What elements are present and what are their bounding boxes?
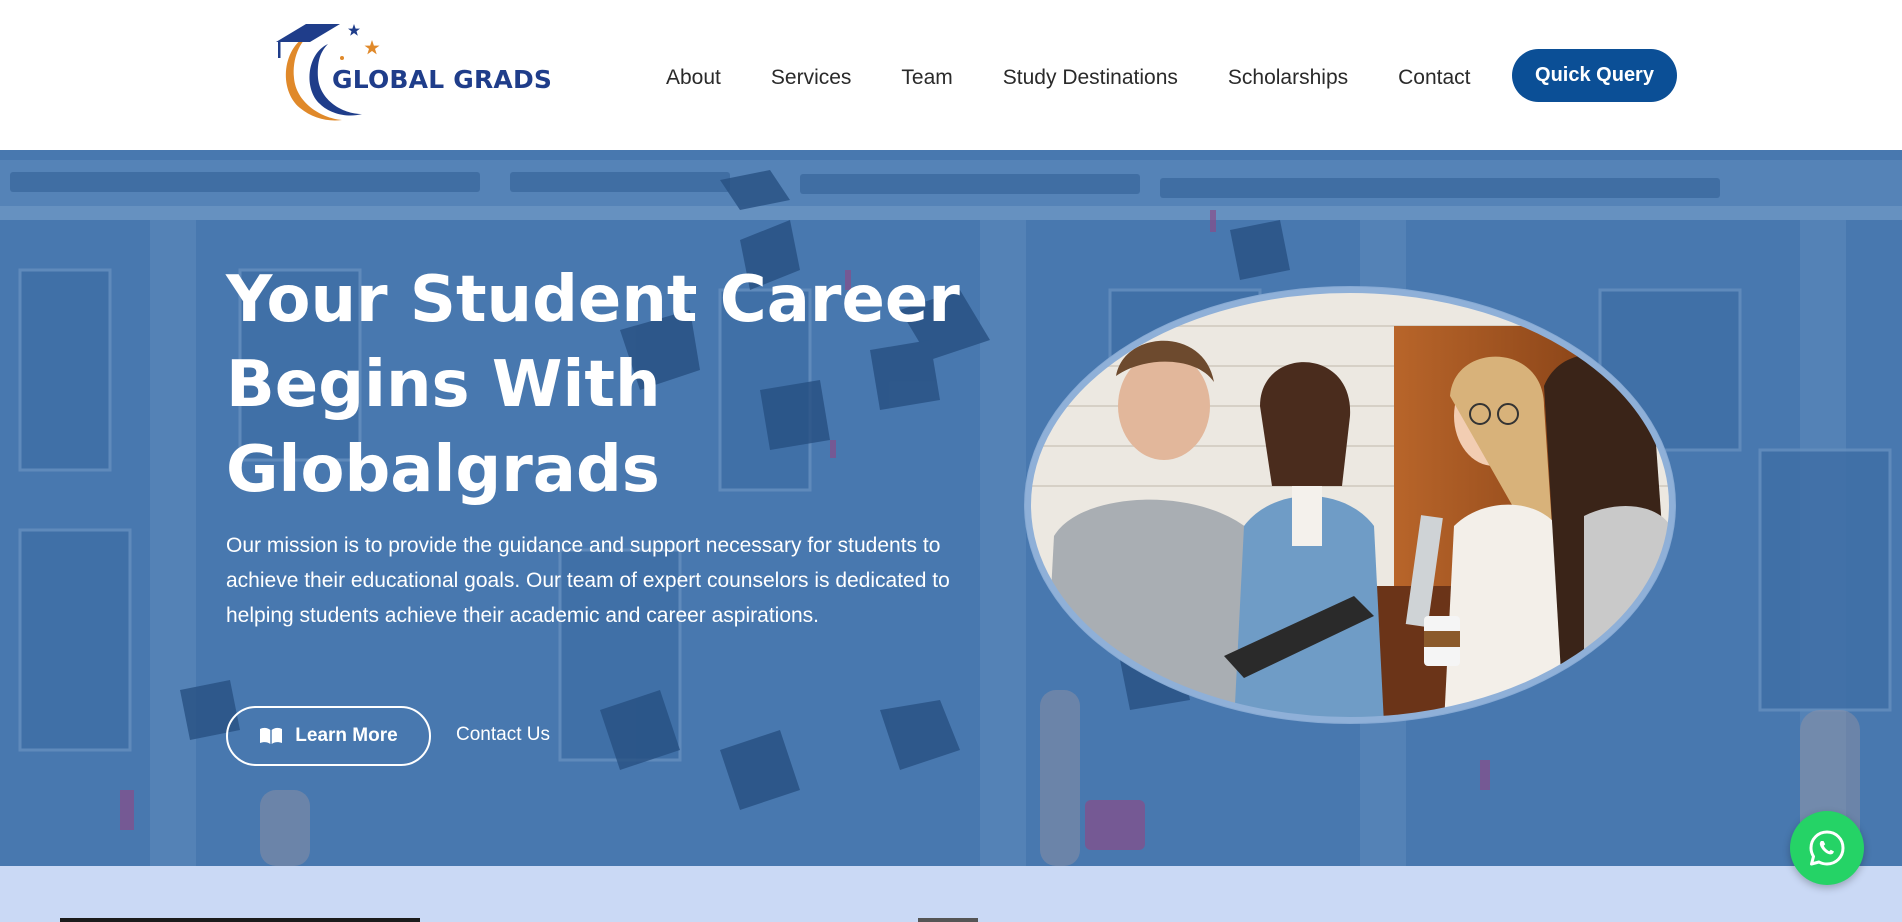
whatsapp-chat-button[interactable] [1790,811,1864,885]
hero-title: Your Student Career Begins With Globalgr… [226,258,960,513]
nav-item-study-destinations[interactable]: Study Destinations [1003,66,1178,90]
hero-title-line-1: Your Student Career [226,263,960,337]
open-book-icon [260,727,283,744]
logo-wordmark: GLOBAL GRADS [332,65,553,94]
students-photo [1024,286,1676,724]
nav-item-scholarships[interactable]: Scholarships [1228,66,1348,90]
hero-title-line-3: Globalgrads [226,433,660,507]
hero-description: Our mission is to provide the guidance a… [226,534,950,627]
tab-underline-1 [60,918,420,922]
site-logo[interactable]: GLOBAL GRADS [270,20,552,126]
whatsapp-icon [1809,830,1845,866]
learn-more-button[interactable]: Learn More [226,706,431,766]
next-section-strip [0,866,1902,922]
tab-underline-2 [918,918,978,922]
nav-item-about[interactable]: About [666,66,721,90]
hero-section: Your Student Career Begins With Globalgr… [0,150,1902,866]
quick-query-button[interactable]: Quick Query [1512,49,1677,102]
contact-us-link[interactable]: Contact Us [456,724,550,746]
site-header: GLOBAL GRADS About Services Team Study D… [0,0,1902,150]
nav-item-team[interactable]: Team [901,66,952,90]
nav-item-contact[interactable]: Contact [1398,66,1470,90]
learn-more-label: Learn More [295,725,398,746]
nav-item-services[interactable]: Services [771,66,852,90]
hero-title-line-2: Begins With [226,348,661,422]
main-nav: About Services Team Study Destinations S… [666,63,1471,93]
